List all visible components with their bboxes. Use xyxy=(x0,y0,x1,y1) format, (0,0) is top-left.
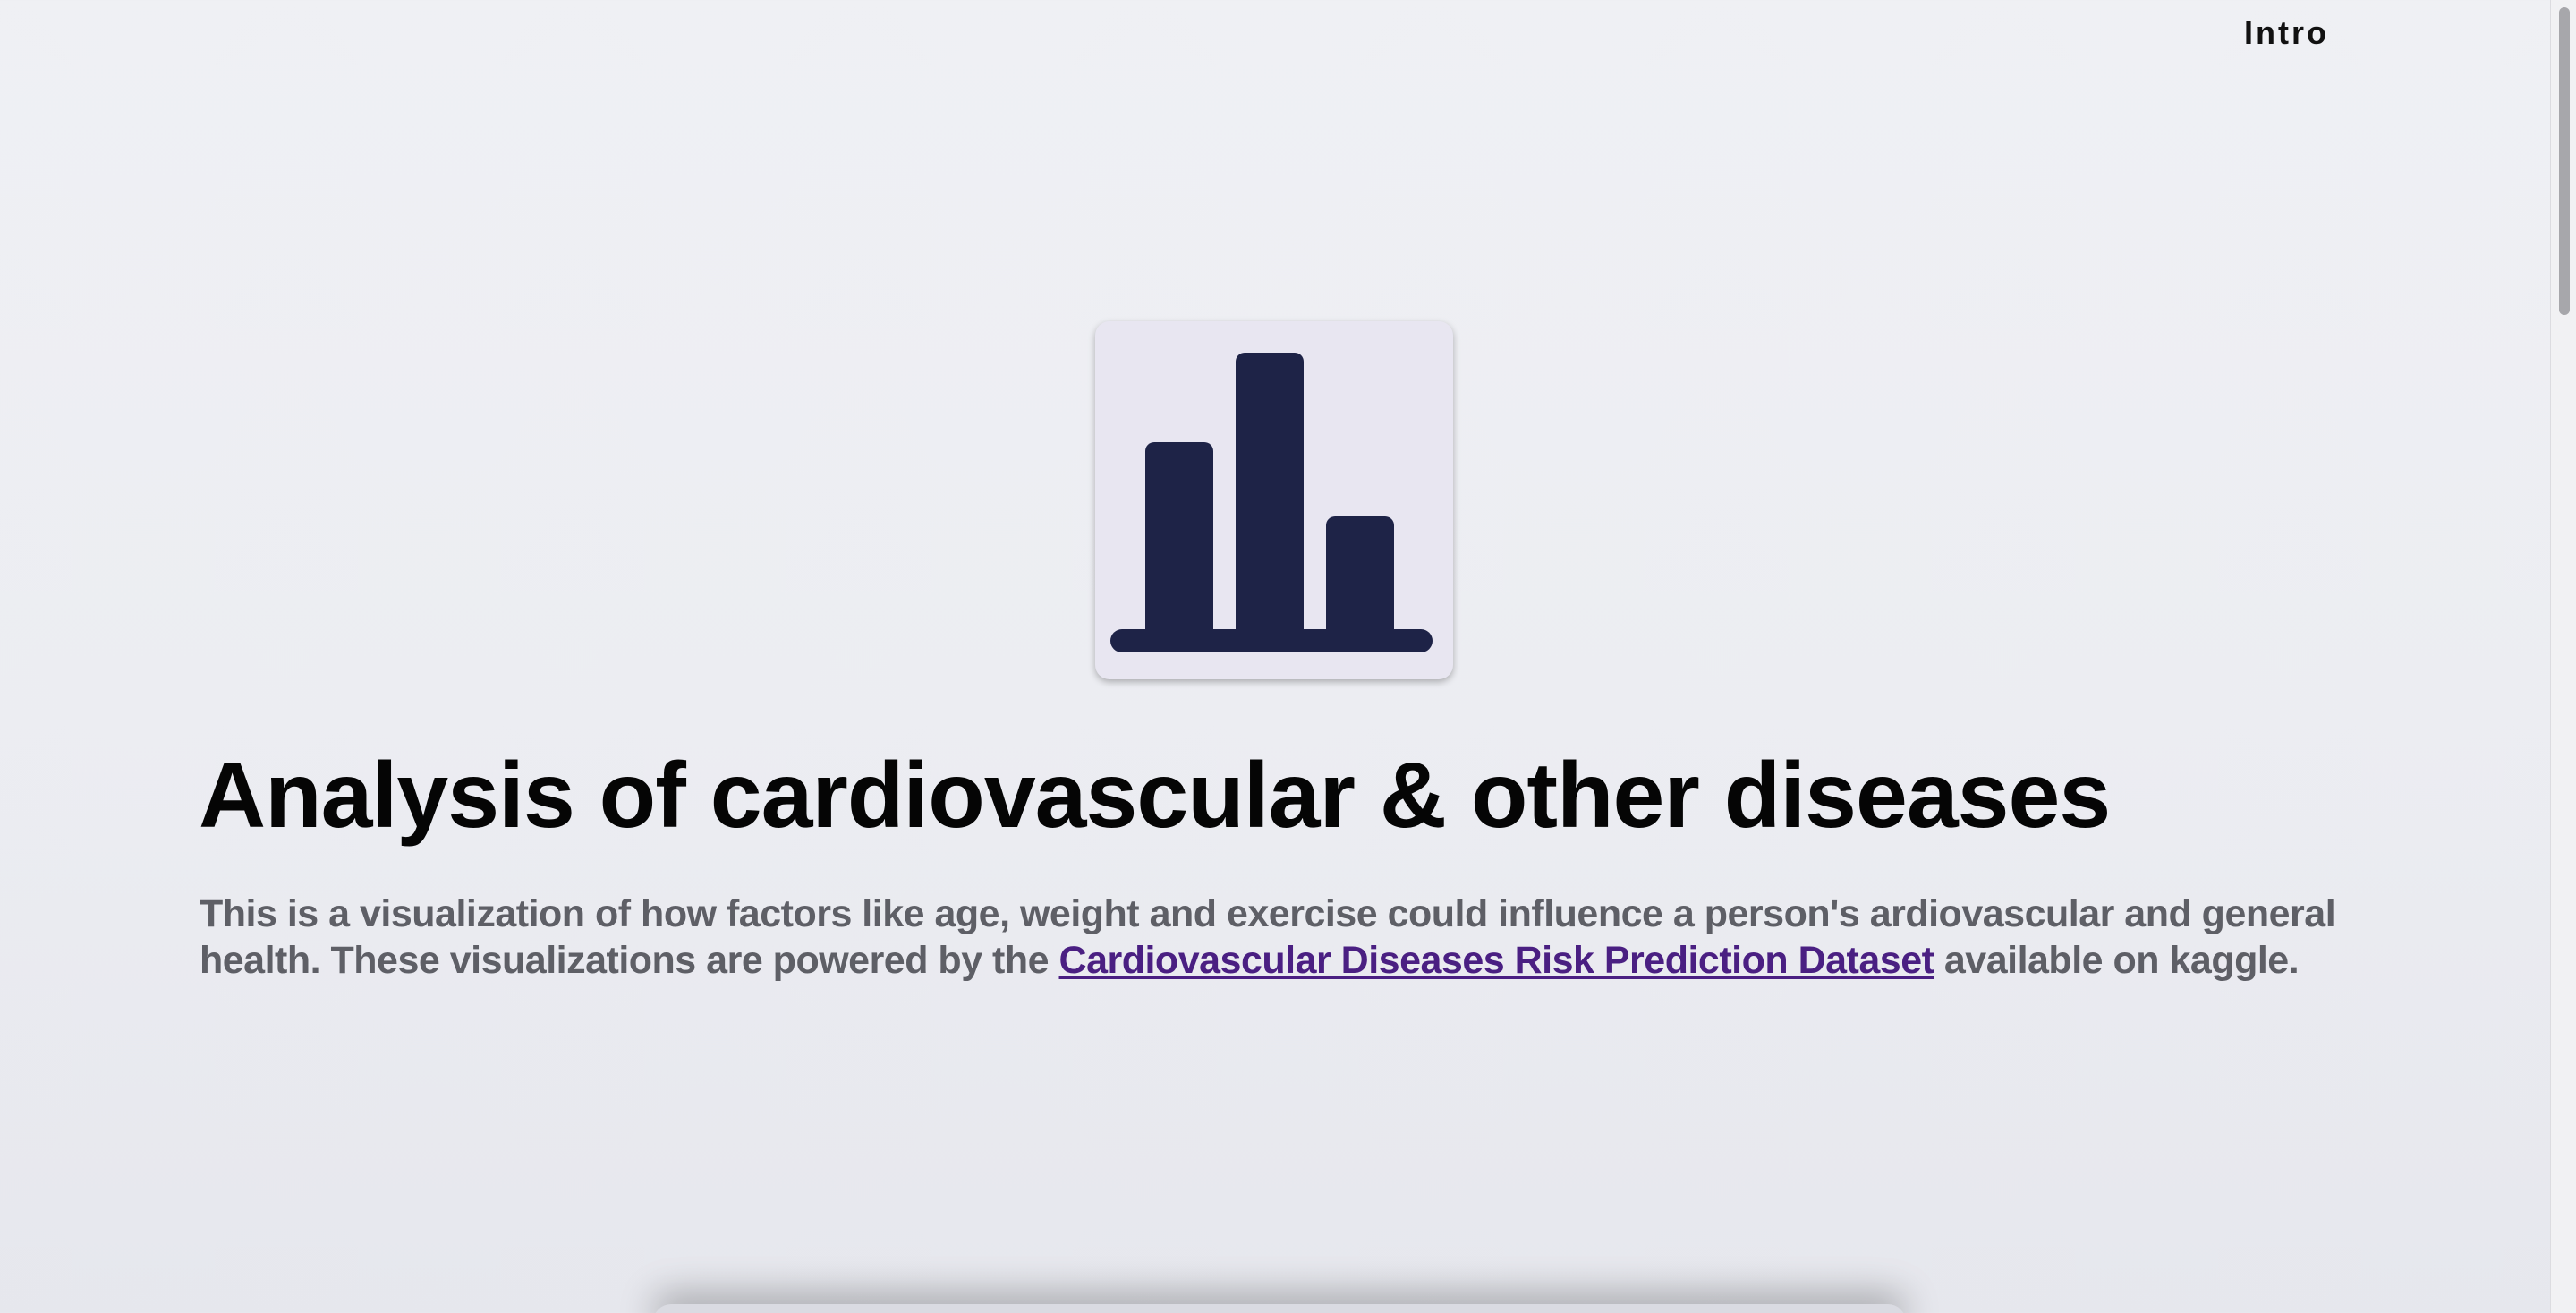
logo-card xyxy=(1095,321,1453,679)
next-section-card xyxy=(653,1304,1906,1313)
nav-intro-link[interactable]: Intro xyxy=(2244,14,2329,52)
intro-text-after: available on kaggle. xyxy=(1934,939,2300,982)
intro-description: This is a visualization of how factors l… xyxy=(200,891,2347,984)
bar-chart-icon xyxy=(1110,353,1433,652)
dataset-link[interactable]: Cardiovascular Diseases Risk Prediction … xyxy=(1059,939,1934,982)
scrollbar-thumb[interactable] xyxy=(2559,7,2570,315)
scrollbar[interactable] xyxy=(2550,0,2576,1313)
page-title: Analysis of cardiovascular & other disea… xyxy=(199,744,2111,848)
